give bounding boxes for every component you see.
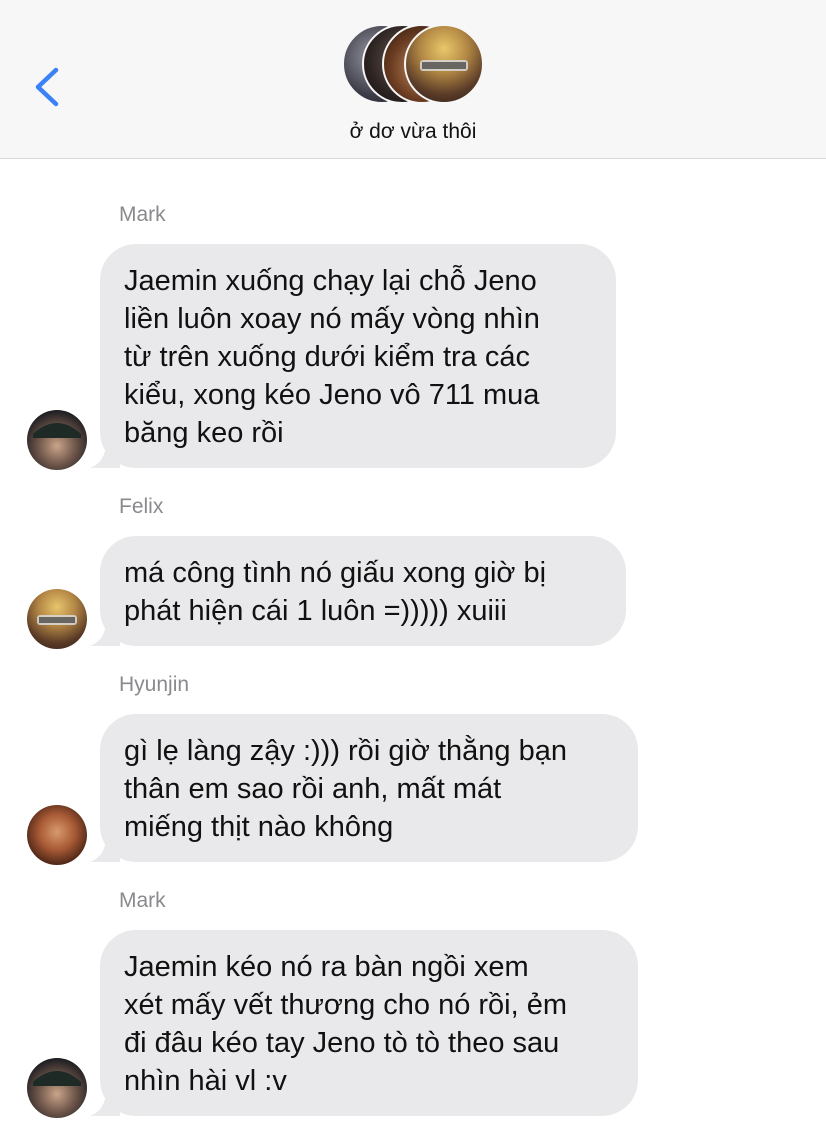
bubble-tail bbox=[90, 620, 120, 646]
group-title[interactable]: ở dơ vừa thôi bbox=[0, 120, 826, 144]
message-line: gì lẹ làng zậy :))) rồi giờ thằng bạn bbox=[124, 735, 567, 767]
avatar-hat bbox=[33, 423, 81, 438]
message-line: băng keo rồi bbox=[124, 417, 284, 449]
avatar[interactable] bbox=[27, 1058, 87, 1118]
sender-name: Felix bbox=[119, 495, 164, 518]
message-line: đi đâu kéo tay Jeno tò tò theo sau bbox=[124, 1027, 560, 1059]
sender-name: Mark bbox=[119, 203, 166, 226]
message-bubble[interactable]: Jaemin kéo nó ra bàn ngồi xem xét mấy vế… bbox=[90, 930, 638, 1116]
sender-name: Mark bbox=[119, 889, 166, 912]
member-avatar bbox=[404, 24, 484, 104]
back-button[interactable] bbox=[30, 64, 64, 110]
message-line: từ trên xuống dưới kiểm tra các bbox=[124, 341, 530, 373]
avatar[interactable] bbox=[27, 410, 87, 470]
group-avatar[interactable] bbox=[342, 24, 488, 106]
avatar[interactable] bbox=[27, 589, 87, 649]
sender-name: Hyunjin bbox=[119, 673, 190, 696]
message-bubble[interactable]: Jaemin xuống chạy lại chỗ Jeno liền luôn… bbox=[90, 244, 616, 468]
chevron-left-icon bbox=[35, 67, 59, 107]
message-line: liền luôn xoay nó mấy vòng nhìn bbox=[124, 303, 540, 335]
message-line: xét mấy vết thương cho nó rồi, ẻm bbox=[124, 989, 568, 1021]
message-line: nhìn hài vl :v bbox=[124, 1065, 287, 1097]
chat-header: ở dơ vừa thôi bbox=[0, 0, 826, 159]
message-line: Jaemin kéo nó ra bàn ngồi xem bbox=[124, 951, 529, 983]
bubble-tail bbox=[90, 442, 120, 468]
bubble-tail bbox=[90, 836, 120, 862]
bubble-tail bbox=[90, 1090, 120, 1116]
message-line: Jaemin xuống chạy lại chỗ Jeno bbox=[124, 265, 537, 297]
message-bubble[interactable]: má công tình nó giấu xong giờ bị phát hi… bbox=[90, 536, 626, 646]
avatar[interactable] bbox=[27, 805, 87, 865]
chat-screen: ở dơ vừa thôi Mark Jaemin xuống chạy lại… bbox=[0, 0, 826, 1128]
message-line: kiểu, xong kéo Jeno vô 711 mua bbox=[124, 379, 540, 411]
message-line: phát hiện cái 1 luôn =))))) xuiii bbox=[124, 595, 507, 627]
message-bubble[interactable]: gì lẹ làng zậy :))) rồi giờ thằng bạn th… bbox=[90, 714, 638, 862]
sunglasses-icon bbox=[420, 60, 468, 71]
avatar-hat bbox=[33, 1071, 81, 1086]
message-line: má công tình nó giấu xong giờ bị bbox=[124, 557, 547, 589]
message-line: miếng thịt nào không bbox=[124, 811, 394, 843]
message-line: thân em sao rồi anh, mất mát bbox=[124, 773, 502, 805]
sunglasses-icon bbox=[37, 615, 77, 625]
